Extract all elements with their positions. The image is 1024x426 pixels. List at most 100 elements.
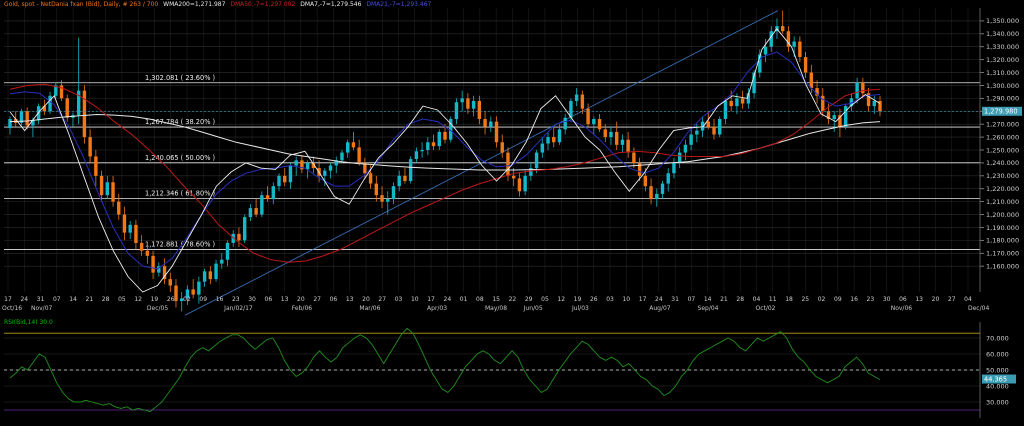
x-tick-label: 03 (606, 296, 614, 303)
candle-body (431, 142, 436, 147)
candle-body (718, 119, 722, 135)
candle-body (260, 195, 264, 215)
candle-body (477, 100, 482, 120)
candle-body (798, 41, 802, 58)
candle-body (506, 152, 510, 176)
candle-body (843, 106, 848, 127)
x-tick-label: 25 (801, 296, 809, 303)
candle-body (168, 279, 172, 286)
candle-body (872, 100, 876, 107)
rsi-title: RSI(Bid,14) 30.0 (4, 319, 53, 326)
candle-body (471, 100, 476, 109)
x-month-label: Jun/05 (523, 305, 543, 312)
x-tick-label: 27 (378, 296, 386, 303)
x-tick-label: 28 (102, 296, 110, 303)
x-tick-label: 08 (476, 296, 484, 303)
x-tick-label: 13 (915, 296, 923, 303)
candle-body (340, 152, 344, 161)
candle-body (128, 224, 132, 233)
candle-body (403, 175, 407, 181)
y-tick-label: 1,210.000 (986, 198, 1019, 206)
rsi-tick-label: 50.000 (986, 366, 1009, 374)
y-tick-label: 1,220.000 (986, 185, 1019, 193)
x-tick-label: 20 (932, 296, 940, 303)
candle-body (483, 119, 487, 127)
candle-body (277, 175, 281, 187)
candle-body (323, 170, 327, 176)
candle-body (655, 193, 659, 200)
x-tick-label: 17 (4, 296, 12, 303)
candle-body (803, 57, 808, 73)
candle-body (603, 129, 607, 138)
x-tick-label: 17 (427, 296, 435, 303)
candle-body (712, 126, 716, 135)
rsi-last-label: 44.365 (984, 375, 1007, 383)
y-tick-label: 1,270.000 (986, 120, 1019, 128)
x-tick-label: 30 (248, 296, 256, 303)
y-tick-label: 1,320.000 (986, 56, 1019, 64)
x-month-label: Mar/06 (359, 305, 380, 312)
y-tick-label: 1,200.000 (986, 211, 1019, 219)
candle-body (563, 117, 567, 130)
x-tick-label: 24 (20, 296, 28, 303)
dma21-line (9, 51, 881, 270)
y-tick-label: 1,310.000 (986, 69, 1019, 77)
last-price-label: 1,279.980 (984, 108, 1018, 116)
x-tick-label: 15 (492, 296, 500, 303)
x-tick-label: 10 (411, 296, 419, 303)
gold-daily-chart[interactable]: 1,302.081 ( 23.60% ) 1,267.784 ( 38.20% )… (0, 0, 1024, 426)
candle-body (643, 175, 648, 187)
x-month-label: Nov/06 (891, 305, 913, 312)
x-month-label: Sep/04 (698, 305, 719, 312)
x-tick-label: 21 (720, 296, 728, 303)
x-tick-label: 06 (899, 296, 907, 303)
y-tick-label: 1,330.000 (986, 43, 1019, 51)
candle-body (466, 98, 470, 109)
x-tick-label: 19 (151, 296, 159, 303)
candle-body (117, 201, 121, 215)
candle-body (105, 182, 110, 196)
rsi-panel: 70.00060.00050.00040.00030.00044.365 (4, 322, 1016, 418)
candle-body (609, 131, 613, 138)
x-tick-label: 24 (444, 296, 452, 303)
x-month-label: Nov/07 (31, 305, 53, 312)
candle-body (763, 46, 768, 55)
y-tick-label: 1,230.000 (986, 172, 1019, 180)
x-tick-label: 02 (818, 296, 826, 303)
candle-body (523, 175, 527, 192)
x-tick-label: 07 (688, 296, 696, 303)
dma21-legend: DMA21,-7=1,293.467 (366, 1, 432, 8)
x-tick-label: 11 (769, 296, 777, 303)
x-tick-label: 09 (834, 296, 842, 303)
candle-body (357, 147, 361, 163)
dma50-legend: DMA50,-7=1,297.002 (230, 1, 296, 8)
candle-body (48, 95, 52, 112)
candle-body (809, 72, 814, 89)
candle-body (220, 259, 224, 264)
candle-body (82, 90, 87, 138)
rsi-tick-label: 70.000 (986, 334, 1009, 342)
dma50-line (9, 83, 881, 263)
candle-body (695, 130, 699, 135)
candle-body (511, 175, 516, 179)
candle-body (666, 173, 670, 184)
candle-body (237, 233, 241, 241)
candle-body (414, 151, 419, 160)
x-tick-label: 27 (313, 296, 321, 303)
candle-body (420, 150, 424, 152)
y-tick-label: 1,340.000 (986, 30, 1019, 38)
candle-body (437, 131, 441, 147)
fib-label: 1,267.784 ( 38.20% ) (145, 118, 215, 126)
candle-body (855, 82, 859, 99)
candle-body (780, 26, 785, 32)
candle-body (305, 162, 310, 170)
y-tick-label: 1,190.000 (986, 224, 1019, 232)
x-tick-label: 10 (622, 296, 630, 303)
candle-body (597, 119, 602, 130)
x-tick-label: 09 (199, 296, 207, 303)
x-tick-label: 19 (574, 296, 582, 303)
candle-body (345, 142, 350, 153)
candle-body (197, 281, 201, 295)
x-tick-label: 23 (867, 296, 875, 303)
x-tick-label: 31 (671, 296, 679, 303)
